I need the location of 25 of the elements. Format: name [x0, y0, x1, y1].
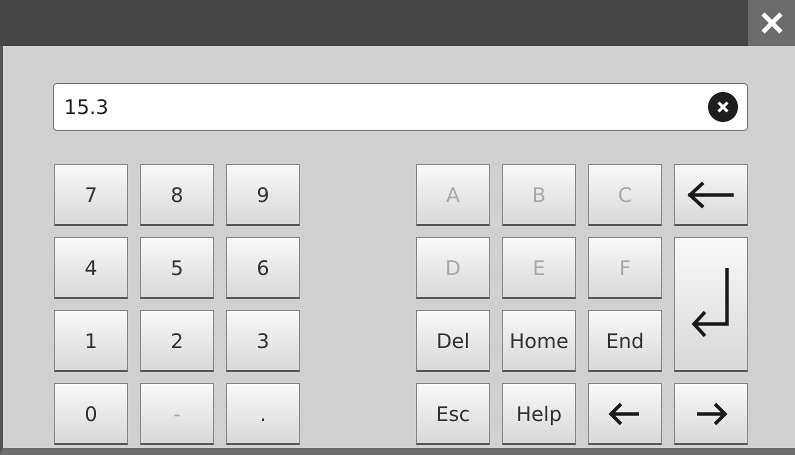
key[interactable]: Esc — [416, 383, 490, 445]
key[interactable]: 6 — [226, 237, 300, 299]
enter-key[interactable] — [674, 237, 748, 372]
key[interactable]: End — [588, 310, 662, 372]
key[interactable]: 1 — [54, 310, 128, 372]
key[interactable]: 2 — [140, 310, 214, 372]
close-button[interactable] — [748, 0, 795, 46]
key[interactable]: Help — [502, 383, 576, 445]
key[interactable]: Home — [502, 310, 576, 372]
key[interactable]: 4 — [54, 237, 128, 299]
key[interactable]: Del — [416, 310, 490, 372]
close-icon — [717, 101, 729, 113]
key[interactable]: 9 — [226, 164, 300, 226]
key[interactable]: 3 — [226, 310, 300, 372]
key[interactable]: 8 — [140, 164, 214, 226]
right-key[interactable] — [674, 383, 748, 445]
close-icon — [760, 11, 784, 35]
input-field[interactable]: 15.3 — [53, 83, 748, 131]
key[interactable]: 7 — [54, 164, 128, 226]
left-key[interactable] — [588, 383, 662, 445]
key[interactable]: 0 — [54, 383, 128, 445]
backspace-key[interactable] — [674, 164, 748, 226]
key[interactable]: 5 — [140, 237, 214, 299]
left-arrow-icon — [686, 180, 736, 210]
key[interactable]: . — [226, 383, 300, 445]
